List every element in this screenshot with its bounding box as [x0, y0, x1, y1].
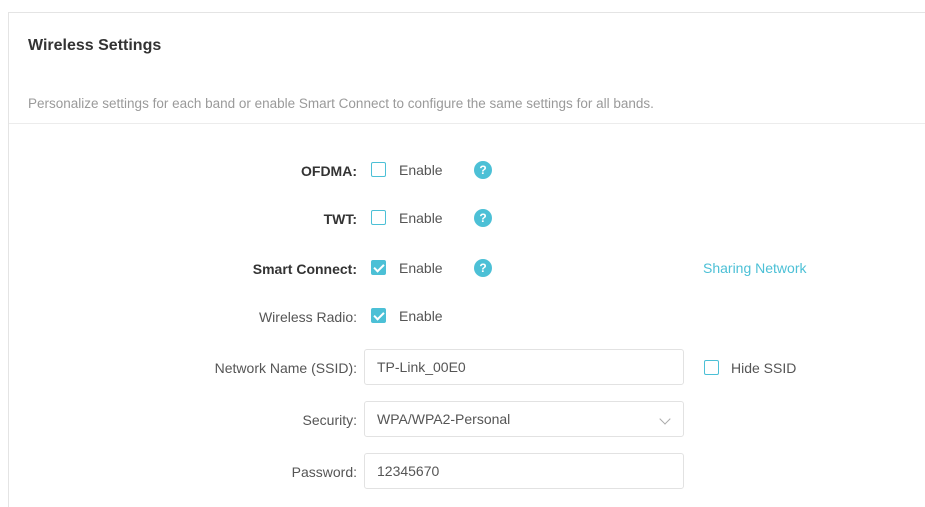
- sharing-network-link[interactable]: Sharing Network: [703, 254, 807, 282]
- ssid-input[interactable]: TP-Link_00E0: [364, 349, 684, 385]
- divider: [9, 123, 925, 124]
- wireless-settings-panel: Wireless Settings Personalize settings f…: [8, 12, 925, 507]
- hide-ssid-label[interactable]: Hide SSID: [731, 354, 796, 382]
- ssid-label: Network Name (SSID):: [214, 360, 357, 376]
- twt-help-icon[interactable]: ?: [474, 209, 492, 227]
- security-row: Security: WPA/WPA2-Personal: [9, 401, 925, 437]
- wireless-radio-row: Wireless Radio: Enable: [9, 302, 925, 332]
- ofdma-label: OFDMA:: [301, 163, 357, 179]
- password-input[interactable]: 12345670: [364, 453, 684, 489]
- security-label: Security:: [302, 412, 357, 428]
- security-select[interactable]: WPA/WPA2-Personal: [364, 401, 684, 437]
- password-row: Password: 12345670: [9, 453, 925, 489]
- twt-row: TWT: Enable ?: [9, 204, 925, 234]
- wireless-radio-checkbox[interactable]: [371, 308, 386, 323]
- section-title: Wireless Settings: [28, 37, 162, 54]
- smart-connect-label: Smart Connect:: [252, 261, 357, 277]
- ofdma-enable-label[interactable]: Enable: [399, 156, 443, 184]
- twt-checkbox[interactable]: [371, 210, 386, 225]
- ofdma-row: OFDMA: Enable ?: [9, 156, 925, 186]
- twt-enable-label[interactable]: Enable: [399, 204, 443, 232]
- twt-label: TWT:: [323, 211, 357, 227]
- smart-connect-help-icon[interactable]: ?: [474, 259, 492, 277]
- ofdma-checkbox[interactable]: [371, 162, 386, 177]
- chevron-down-icon: [659, 413, 671, 425]
- section-description: Personalize settings for each band or en…: [28, 96, 654, 111]
- smart-connect-checkbox[interactable]: [371, 260, 386, 275]
- smart-connect-enable-label[interactable]: Enable: [399, 254, 443, 282]
- wireless-radio-label: Wireless Radio:: [258, 309, 357, 325]
- ofdma-help-icon[interactable]: ?: [474, 161, 492, 179]
- security-select-value: WPA/WPA2-Personal: [377, 411, 511, 427]
- ssid-row: Network Name (SSID): TP-Link_00E0 Hide S…: [9, 349, 925, 385]
- smart-connect-row: Smart Connect: Enable ? Sharing Network: [9, 254, 925, 284]
- hide-ssid-checkbox[interactable]: [704, 360, 719, 375]
- wireless-radio-enable-label[interactable]: Enable: [399, 302, 443, 330]
- password-label: Password:: [291, 464, 357, 480]
